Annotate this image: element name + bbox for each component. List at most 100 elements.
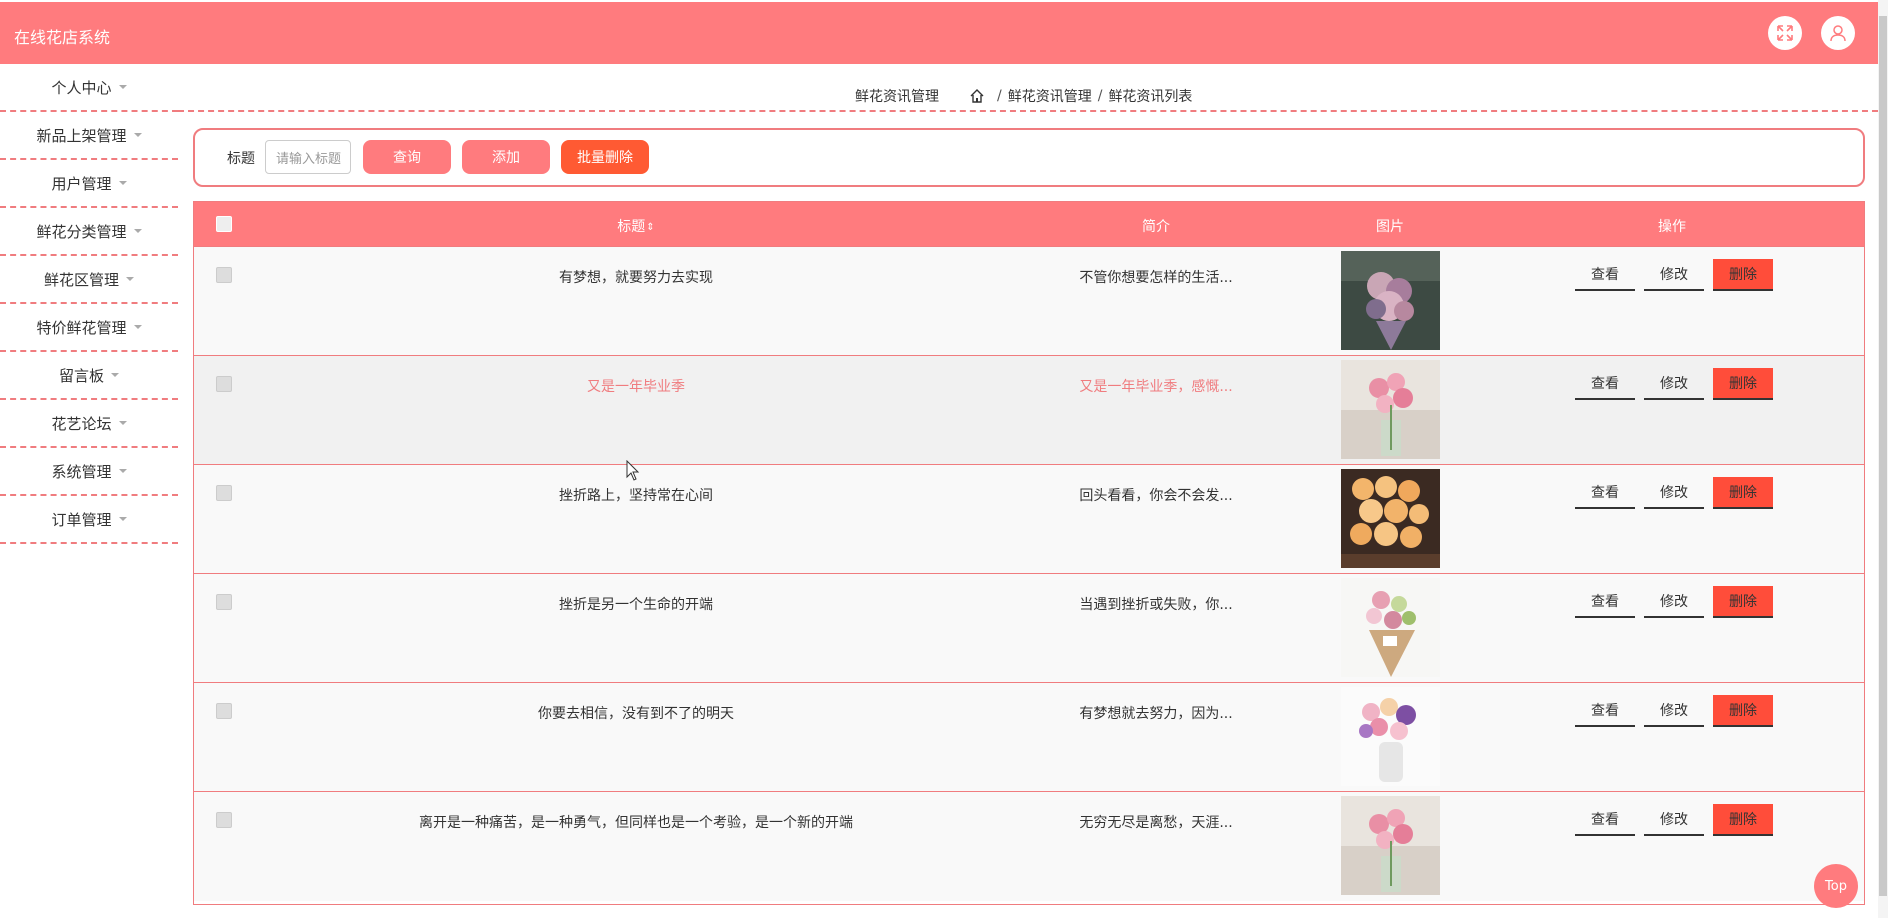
search-input[interactable]: 请输入标题 [265, 140, 351, 174]
flower-image [1341, 796, 1440, 895]
user-icon[interactable] [1821, 16, 1855, 50]
delete-button[interactable]: 删除 [1713, 586, 1773, 618]
sidebar-item-users[interactable]: 用户管理 [0, 160, 178, 208]
caret-down-icon [133, 133, 142, 137]
caret-down-icon [111, 373, 119, 377]
top-bar: 在线花店系统 [0, 2, 1878, 64]
view-button[interactable]: 查看 [1575, 804, 1635, 836]
table-header: 标题⇕ 简介 图片 操作 [194, 202, 1864, 246]
row-checkbox[interactable] [216, 594, 232, 610]
row-intro: 又是一年毕业季，感慨... [1079, 379, 1233, 395]
table-row[interactable]: 又是一年毕业季 又是一年毕业季，感慨... 查看 修改 删除 [194, 355, 1864, 465]
row-checkbox[interactable] [216, 267, 232, 283]
edit-button[interactable]: 修改 [1644, 586, 1704, 618]
sidebar-item-label: 个人中心 [51, 78, 112, 97]
delete-button[interactable]: 删除 [1713, 368, 1773, 400]
table-row[interactable]: 有梦想，就要努力去实现 不管你想要怎样的生活... 查看 修改 删除 [194, 246, 1864, 356]
row-checkbox[interactable] [216, 703, 232, 719]
view-button[interactable]: 查看 [1575, 477, 1635, 509]
sidebar: 个人中心 新品上架管理 用户管理 鲜花分类管理 鲜花区管理 特价鲜花管理 留言板… [0, 64, 178, 544]
edit-button[interactable]: 修改 [1644, 695, 1704, 727]
mouse-cursor-icon [626, 460, 640, 481]
row-title: 挫折是另一个生命的开端 [559, 597, 713, 613]
caret-down-icon [118, 85, 127, 89]
flower-image [1341, 578, 1440, 677]
select-all-checkbox[interactable] [216, 216, 232, 232]
add-button[interactable]: 添加 [462, 140, 550, 174]
sidebar-item-label: 订单管理 [51, 510, 112, 529]
column-title[interactable]: 标题⇕ [617, 216, 654, 236]
search-label: 标题 [227, 151, 255, 167]
sidebar-item-orders[interactable]: 订单管理 [0, 496, 178, 544]
batch-delete-button[interactable]: 批量删除 [561, 140, 649, 174]
edit-button[interactable]: 修改 [1644, 804, 1704, 836]
row-title: 又是一年毕业季 [587, 379, 685, 395]
view-button[interactable]: 查看 [1575, 586, 1635, 618]
sidebar-item-label: 花艺论坛 [51, 414, 112, 433]
app-title: 在线花店系统 [14, 28, 111, 47]
row-checkbox[interactable] [216, 376, 232, 392]
sidebar-item-label: 特价鲜花管理 [36, 318, 127, 337]
edit-button[interactable]: 修改 [1644, 368, 1704, 400]
sidebar-item-special-offers[interactable]: 特价鲜花管理 [0, 304, 178, 352]
column-title-label: 标题 [617, 219, 646, 235]
sidebar-item-label: 鲜花区管理 [43, 270, 119, 289]
breadcrumb-level2: 鲜花资讯列表 [1108, 89, 1193, 105]
table-row[interactable]: 挫折路上，坚持常在心间 回头看看，你会不会发... 查看 修改 删除 [194, 464, 1864, 574]
search-panel: 标题 请输入标题 查询 添加 批量删除 [193, 128, 1865, 187]
caret-down-icon [118, 517, 127, 521]
row-checkbox[interactable] [216, 485, 232, 501]
row-intro: 有梦想就去努力，因为... [1079, 706, 1233, 722]
row-checkbox[interactable] [216, 812, 232, 828]
sidebar-item-system[interactable]: 系统管理 [0, 448, 178, 496]
caret-down-icon [118, 421, 127, 425]
delete-button[interactable]: 删除 [1713, 259, 1773, 291]
row-title: 你要去相信，没有到不了的明天 [538, 706, 734, 722]
column-intro: 简介 [1142, 219, 1170, 235]
table-row[interactable]: 离开是一种痛苦，是一种勇气，但同样也是一个考验，是一个新的开端 无穷无尽是离愁，… [194, 791, 1864, 901]
view-button[interactable]: 查看 [1575, 259, 1635, 291]
scroll-thumb[interactable] [1879, 16, 1887, 896]
breadcrumb-separator: / [1097, 88, 1103, 104]
view-button[interactable]: 查看 [1575, 695, 1635, 727]
sidebar-item-label: 用户管理 [51, 174, 112, 193]
news-table: 标题⇕ 简介 图片 操作 有梦想，就要努力去实现 不管你想要怎样的生活... 查… [193, 201, 1865, 905]
header-divider [178, 110, 1878, 112]
column-image: 图片 [1376, 219, 1404, 235]
sidebar-item-flower-categories[interactable]: 鲜花分类管理 [0, 208, 178, 256]
sidebar-item-flower-zone[interactable]: 鲜花区管理 [0, 256, 178, 304]
table-row[interactable]: 挫折是另一个生命的开端 当遇到挫折或失败，你... 查看 修改 删除 [194, 573, 1864, 683]
edit-button[interactable]: 修改 [1644, 477, 1704, 509]
sidebar-item-forum[interactable]: 花艺论坛 [0, 400, 178, 448]
sidebar-item-new-products[interactable]: 新品上架管理 [0, 112, 178, 160]
row-intro: 回头看看，你会不会发... [1079, 488, 1233, 504]
sidebar-item-label: 新品上架管理 [36, 126, 127, 145]
row-title: 离开是一种痛苦，是一种勇气，但同样也是一个考验，是一个新的开端 [419, 815, 853, 831]
delete-button[interactable]: 删除 [1713, 804, 1773, 836]
breadcrumb-level1[interactable]: 鲜花资讯管理 [1008, 86, 1092, 106]
home-icon[interactable] [969, 88, 985, 104]
row-intro: 不管你想要怎样的生活... [1079, 270, 1233, 286]
sidebar-item-personal-center[interactable]: 个人中心 [0, 64, 178, 112]
fullscreen-icon[interactable] [1768, 16, 1802, 50]
delete-button[interactable]: 删除 [1713, 477, 1773, 509]
table-row[interactable]: 你要去相信，没有到不了的明天 有梦想就去努力，因为... 查看 修改 删除 [194, 682, 1864, 792]
sidebar-item-label: 留言板 [58, 366, 104, 385]
query-button[interactable]: 查询 [363, 140, 451, 174]
sort-icon[interactable]: ⇕ [646, 222, 654, 233]
page-scrollbar[interactable] [1878, 0, 1888, 918]
row-title: 有梦想，就要努力去实现 [559, 270, 713, 286]
back-to-top-button[interactable]: Top [1814, 864, 1858, 908]
page-title: 鲜花资讯管理 [855, 89, 939, 105]
view-button[interactable]: 查看 [1575, 368, 1635, 400]
caret-down-icon [133, 325, 142, 329]
delete-button[interactable]: 删除 [1713, 695, 1773, 727]
sidebar-item-message-board[interactable]: 留言板 [0, 352, 178, 400]
caret-down-icon [133, 229, 142, 233]
breadcrumb: 鲜花资讯管理 / 鲜花资讯管理 / 鲜花资讯列表 [855, 86, 1192, 106]
caret-down-icon [118, 181, 127, 185]
column-actions: 操作 [1658, 219, 1686, 235]
sidebar-item-label: 系统管理 [51, 462, 112, 481]
edit-button[interactable]: 修改 [1644, 259, 1704, 291]
flower-image [1341, 251, 1440, 350]
